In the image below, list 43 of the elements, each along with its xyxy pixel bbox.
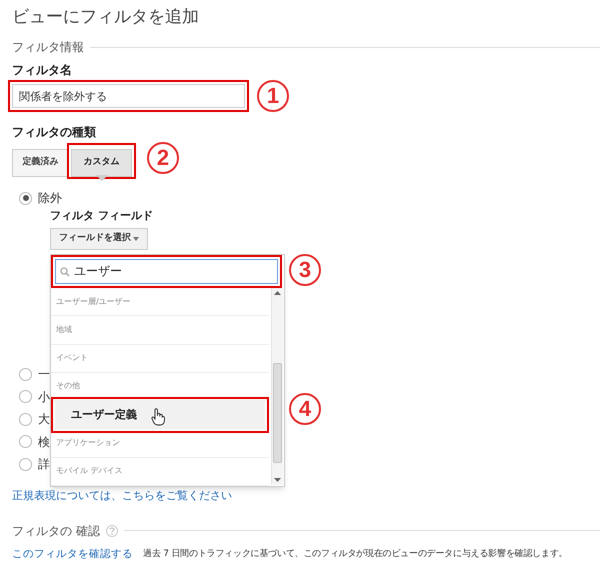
radio-label: 小 [38, 388, 50, 406]
radio-label: 一 [38, 366, 50, 384]
regex-help-link[interactable]: 正規表現については、こちらをご覧ください [12, 488, 232, 505]
hand-cursor-icon [151, 408, 165, 426]
search-icon [60, 266, 70, 276]
radio-button[interactable] [19, 390, 32, 404]
radio-button[interactable] [19, 458, 32, 471]
filter-name-field[interactable]: 関係者を除外する [12, 84, 245, 108]
dropdown-item[interactable]: イベント [51, 344, 269, 373]
radio-label: 詳 [38, 456, 50, 474]
radio-button[interactable] [19, 412, 32, 426]
scroll-down-icon[interactable] [274, 478, 281, 482]
verify-description: 過去 7 日間のトラフィックに基づいて、このフィルタが現在のビューのデータに与える影響を確認します。 [143, 548, 568, 561]
field-label: フィルタ名 [12, 62, 72, 79]
radio-button[interactable] [19, 192, 32, 204]
radio-label: 除外 [38, 190, 62, 207]
callout-number: 3 [289, 254, 321, 286]
dropdown-item[interactable]: 地域 [51, 316, 269, 345]
caret-icon [133, 237, 139, 241]
field-label: フィルタ フィールド [50, 208, 153, 224]
dropdown-item[interactable]: アプリケーション [51, 429, 269, 458]
dropdown-search-field[interactable]: ユーザー [55, 259, 278, 284]
field-select-button[interactable]: フィールドを選択 [50, 228, 148, 250]
callout-number: 2 [147, 142, 179, 174]
dropdown-item[interactable]: モバイル デバイス [51, 458, 269, 486]
scrollbar[interactable] [271, 288, 283, 485]
section-heading: フィルタ情報 [12, 39, 84, 56]
section-heading: フィルタの 確認 [12, 522, 100, 540]
callout-number: 4 [289, 393, 321, 425]
callout-number: 1 [257, 80, 289, 112]
page-title: ビューにフィルタを追加 [12, 6, 200, 29]
radio-button[interactable] [19, 435, 32, 448]
help-icon[interactable] [106, 524, 118, 536]
verify-filter-link[interactable]: このフィルタを確認する [12, 546, 133, 562]
radio-button[interactable] [19, 368, 32, 381]
tab-pointer-icon [96, 175, 108, 181]
radio-label: 検 [38, 434, 50, 451]
scroll-up-icon[interactable] [274, 291, 281, 295]
filter-type-tab[interactable]: カスタム [71, 148, 132, 177]
filter-type-tab[interactable]: 定義済み [12, 148, 69, 177]
radio-label: 大 [38, 411, 50, 428]
field-label: フィルタの種類 [12, 124, 96, 140]
dropdown-item[interactable]: ユーザー層/ユーザー [51, 288, 269, 316]
